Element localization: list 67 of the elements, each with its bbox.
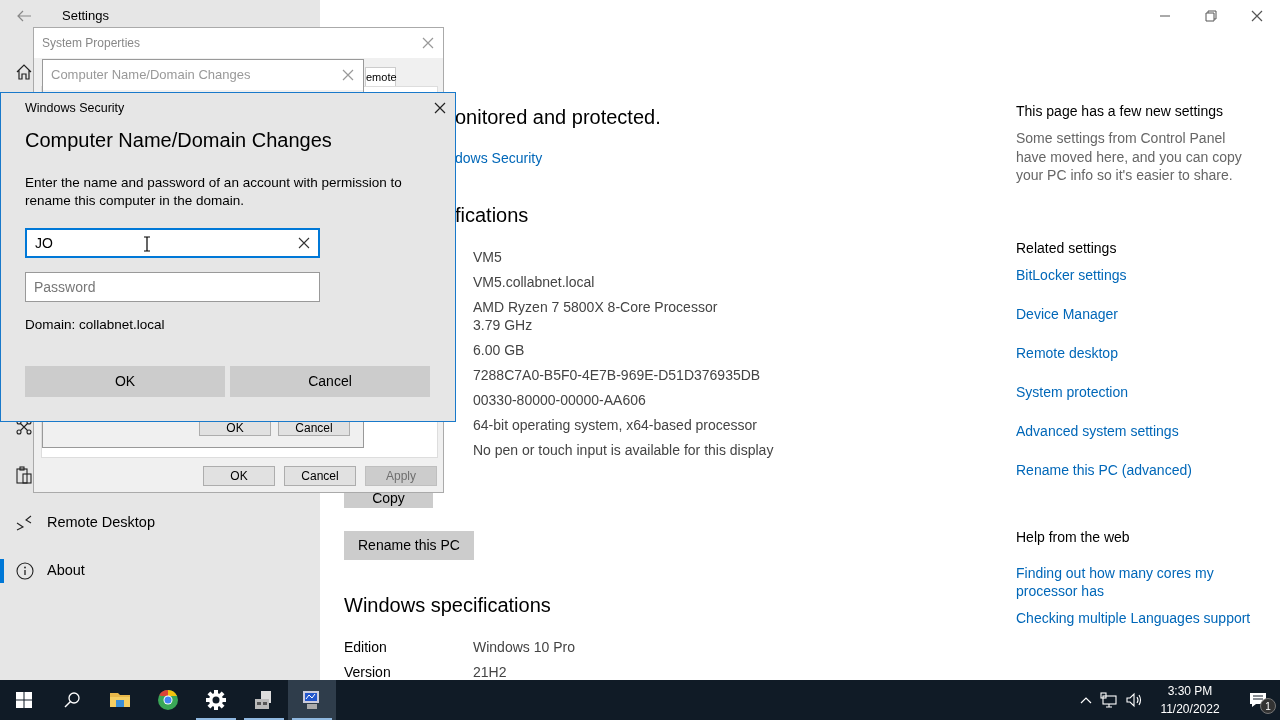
tab[interactable]: emote (365, 67, 396, 86)
status-heading: onitored and protected. (455, 105, 661, 130)
chevron-up-icon[interactable] (1080, 696, 1092, 704)
restore-button[interactable] (1205, 10, 1217, 22)
related-link[interactable]: System protection (1016, 383, 1129, 401)
dialog-title: Windows Security (25, 99, 125, 117)
sidebar-item[interactable]: Remote Desktop (47, 512, 155, 534)
spec-label: Edition (344, 637, 388, 657)
dialog-title: System Properties (42, 35, 141, 52)
spec-value: 21H2 (473, 662, 507, 680)
dialog-title: Computer Name/Domain Changes (51, 66, 251, 85)
help-link[interactable]: Checking multiple Languages support (1016, 609, 1252, 627)
close-icon[interactable] (433, 101, 447, 115)
notification-count: 1 (1260, 698, 1276, 714)
username-field[interactable]: JO (27, 230, 298, 256)
home-icon[interactable] (16, 64, 32, 80)
window-title: Settings (62, 7, 109, 26)
related-link[interactable]: Advanced system settings (1016, 422, 1179, 440)
dialog-button[interactable]: Cancel (284, 466, 356, 486)
panel-title: This page has a few new settings (1016, 102, 1224, 120)
spec-value: VM5.collabnet.local (473, 272, 595, 292)
help-link[interactable]: Finding out how many cores my processor has (1016, 564, 1252, 600)
spec-value: 64-bit operating system, x64-based processor (473, 415, 758, 435)
section-heading: fications (455, 203, 529, 228)
spec-value: Windows 10 Pro (473, 637, 575, 657)
text-cursor-icon (143, 236, 151, 252)
taskbar-button[interactable] (288, 680, 336, 720)
dialog-button[interactable]: OK (203, 466, 275, 486)
info-icon (16, 562, 34, 580)
dialog-button[interactable]: OK (25, 366, 225, 397)
spec-value: 7288C7A0-B5F0-4E7B-969E-D51D376935DB (473, 365, 761, 385)
related-link[interactable]: Device Manager (1016, 305, 1118, 323)
clock-date[interactable]: 11/20/2022 (1152, 700, 1228, 718)
spec-value: 00330-80000-00000-AA606 (473, 390, 646, 410)
spec-label: Version (344, 662, 392, 680)
back-arrow-icon[interactable] (16, 10, 32, 22)
panel-text: Some settings from Control Panel have moved here, and you can copy your PC info so it's easier to share. (1016, 129, 1243, 185)
remote-desktop-icon (16, 515, 32, 531)
security-link[interactable]: dows Security (455, 149, 543, 167)
clipboard-icon[interactable] (16, 466, 32, 484)
spec-value: 6.00 GB (473, 340, 525, 360)
network-icon[interactable] (16, 419, 32, 435)
close-button[interactable] (1251, 10, 1263, 22)
browser-icon (157, 689, 179, 711)
dialog-message: Enter the name and password of an account with permission to rename this computer in the domain. (25, 174, 403, 210)
section-heading: Windows specifications (344, 592, 551, 618)
network-icon[interactable] (1100, 692, 1118, 708)
related-link[interactable]: BitLocker settings (1016, 266, 1127, 284)
dialog-heading: Computer Name/Domain Changes (25, 128, 333, 153)
dialog-button[interactable]: Cancel (230, 366, 430, 397)
clock-time[interactable]: 3:30 PM (1152, 682, 1228, 700)
input-field[interactable]: JO (25, 228, 320, 258)
start-icon[interactable] (16, 692, 32, 708)
domain-label: Domain: collabnet.local (25, 316, 166, 334)
rename-button[interactable]: Rename this PC (344, 530, 474, 560)
spec-value: VM5 (473, 247, 502, 267)
panel-title: Related settings (1016, 239, 1118, 257)
spec-value: AMD Ryzen 7 5800X 8-Core Processor 3.79 GHz (473, 297, 718, 335)
related-link[interactable]: Remote desktop (1016, 344, 1118, 362)
sidebar-item[interactable]: About (47, 560, 85, 582)
related-link[interactable]: Rename this PC (advanced) (1016, 461, 1192, 479)
spec-value: No pen or touch input is available for this display (473, 440, 774, 460)
password-field[interactable]: Password (26, 273, 319, 301)
volume-icon[interactable] (1126, 692, 1144, 708)
search-icon[interactable] (64, 692, 80, 708)
clear-icon[interactable] (298, 237, 310, 249)
panel-title: Help from the web (1016, 528, 1131, 546)
